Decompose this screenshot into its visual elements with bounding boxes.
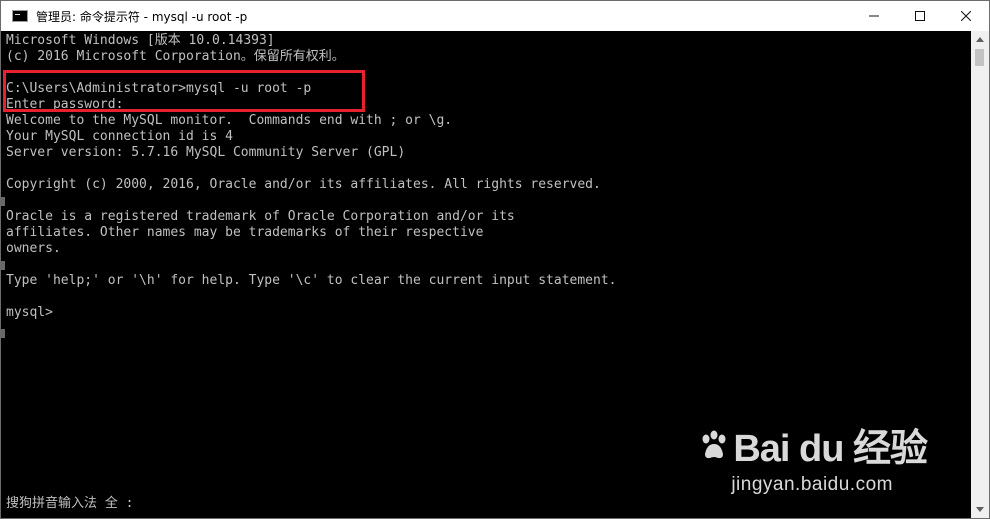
mysql-prompt[interactable]: mysql> <box>6 305 53 321</box>
window-controls <box>851 1 989 31</box>
console-line: Your MySQL connection id is 4 <box>6 129 233 144</box>
scroll-down-icon <box>976 507 984 512</box>
console-output[interactable]: Microsoft Windows [版本 10.0.14393] (c) 20… <box>1 31 971 518</box>
watermark-url: jingyan.baidu.com <box>731 474 893 495</box>
scroll-up-icon <box>976 37 984 42</box>
scroll-up-button[interactable] <box>971 31 989 48</box>
edge-artifact <box>1 329 5 338</box>
console-line: Copyright (c) 2000, 2016, Oracle and/or … <box>6 177 601 192</box>
maximize-icon <box>915 11 925 21</box>
edge-artifact <box>1 261 5 270</box>
console-line: Microsoft Windows [版本 10.0.14393] <box>6 33 275 48</box>
baidu-paw-icon <box>702 430 726 458</box>
watermark-logo-text: Bai du 经验 <box>733 428 928 470</box>
console-line: Server version: 5.7.16 MySQL Community S… <box>6 145 406 160</box>
cmd-app-icon[interactable] <box>12 10 28 22</box>
ime-status-bar: 搜狗拼音输入法 全 : <box>6 496 134 511</box>
baidu-jingyan-watermark: Bai du 经验 jingyan.baidu.com <box>697 417 928 496</box>
command-prompt-window: 管理员: 命令提示符 - mysql -u root -p Microsoft … <box>0 0 990 519</box>
scroll-thumb[interactable] <box>975 49 984 66</box>
minimize-icon <box>869 15 879 17</box>
edge-artifact <box>1 197 5 206</box>
console-line: Type 'help;' or '\h' for help. Type '\c'… <box>6 273 617 288</box>
maximize-button[interactable] <box>897 1 943 31</box>
close-icon <box>961 11 971 21</box>
watermark-logo: Bai du 经验 <box>697 417 928 472</box>
console-line: Oracle is a registered trademark of Orac… <box>6 209 515 224</box>
command-highlight-box <box>3 70 365 112</box>
vertical-scrollbar[interactable] <box>971 31 989 518</box>
window-title: 管理员: 命令提示符 - mysql -u root -p <box>36 9 248 24</box>
console-line: owners. <box>6 241 61 256</box>
minimize-button[interactable] <box>851 1 897 31</box>
title-bar[interactable]: 管理员: 命令提示符 - mysql -u root -p <box>1 1 989 31</box>
console-line: (c) 2016 Microsoft Corporation。保留所有权利。 <box>6 49 345 64</box>
scroll-down-button[interactable] <box>971 501 989 518</box>
close-button[interactable] <box>943 1 989 31</box>
console-line: affiliates. Other names may be trademark… <box>6 225 484 240</box>
console-line: Welcome to the MySQL monitor. Commands e… <box>6 113 453 128</box>
